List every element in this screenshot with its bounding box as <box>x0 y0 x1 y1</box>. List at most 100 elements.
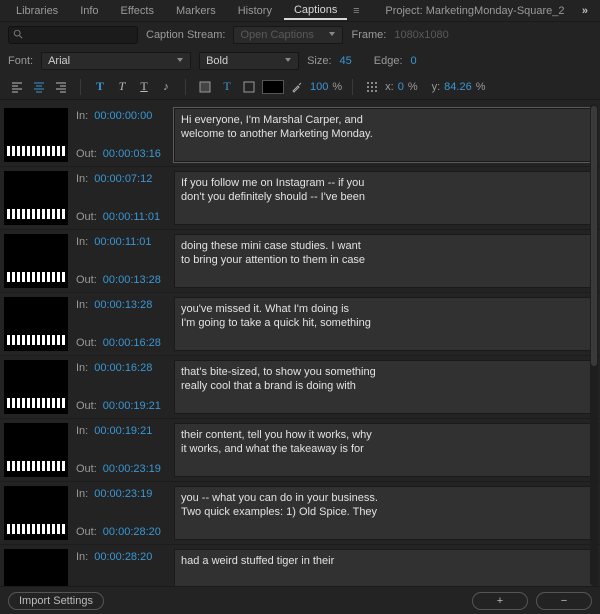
music-icon[interactable]: ♪ <box>157 78 175 96</box>
edge-color-icon[interactable] <box>240 78 258 96</box>
caption-thumbnail[interactable] <box>4 297 68 351</box>
tab-history[interactable]: History <box>228 3 282 19</box>
project-label: Project: MarketingMonday-Square_2 <box>375 5 564 17</box>
bold-icon[interactable]: T <box>91 78 109 96</box>
font-row: Font: Arial Bold Size: 45 Edge: 0 <box>0 48 600 74</box>
x-value[interactable]: 0 <box>398 81 404 93</box>
caption-timecodes: In:00:00:19:21Out:00:00:23:19 <box>72 419 172 481</box>
caption-text[interactable]: their content, tell you how it works, wh… <box>174 423 594 477</box>
caption-text[interactable]: doing these mini case studies. I want to… <box>174 234 594 288</box>
out-timecode[interactable]: 00:00:13:28 <box>103 274 161 286</box>
out-label: Out: <box>76 463 97 475</box>
caption-text[interactable]: you -- what you can do in your business.… <box>174 486 594 540</box>
in-timecode[interactable]: 00:00:07:12 <box>94 173 152 185</box>
caption-row[interactable]: In:00:00:19:21Out:00:00:23:19their conte… <box>0 419 600 482</box>
in-timecode[interactable]: 00:00:28:20 <box>94 551 152 563</box>
caption-thumbnail[interactable] <box>4 234 68 288</box>
in-timecode[interactable]: 00:00:11:01 <box>94 236 151 248</box>
import-settings-button[interactable]: Import Settings <box>8 592 104 610</box>
in-timecode[interactable]: 00:00:00:00 <box>94 110 152 122</box>
tab-libraries[interactable]: Libraries <box>6 3 68 19</box>
opacity-value[interactable]: 100 <box>310 81 328 93</box>
out-label: Out: <box>76 274 97 286</box>
style-group: T T T ♪ <box>91 78 175 96</box>
remove-caption-button[interactable]: − <box>536 592 592 610</box>
scrollbar[interactable] <box>590 104 598 586</box>
add-caption-button[interactable]: + <box>472 592 528 610</box>
caption-row[interactable]: In:00:00:00:00Out:00:00:03:16Hi everyone… <box>0 104 600 167</box>
italic-icon[interactable]: T <box>113 78 131 96</box>
out-timecode[interactable]: 00:00:23:19 <box>103 463 161 475</box>
in-label: In: <box>76 236 88 248</box>
in-timecode[interactable]: 00:00:16:28 <box>94 362 152 374</box>
out-timecode[interactable]: 00:00:11:01 <box>103 211 160 223</box>
color-swatch[interactable] <box>262 80 284 94</box>
y-value[interactable]: 84.26 <box>444 81 472 93</box>
in-timecode[interactable]: 00:00:13:28 <box>94 299 152 311</box>
tab-markers[interactable]: Markers <box>166 3 226 19</box>
font-family-dropdown[interactable]: Arial <box>41 52 191 70</box>
search-stream-row: Caption Stream: Open Captions Frame: 108… <box>0 22 600 48</box>
caption-row[interactable]: In: 00:00:07:12 Out: 00:00:11:01 If you foll… <box>0 167 600 230</box>
out-label: Out: <box>76 211 97 223</box>
out-timecode[interactable]: 00:00:03:16 <box>103 148 161 160</box>
project-name: MarketingMonday-Square_2 <box>426 5 565 17</box>
caption-row[interactable]: In:00:00:28:20Out:had a weird stuffed ti… <box>0 545 600 586</box>
caption-text[interactable]: you've missed it. What I'm doing is I'm … <box>174 297 594 351</box>
text-color-icon[interactable]: T <box>218 78 236 96</box>
align-right-icon[interactable] <box>52 78 70 96</box>
out-timecode[interactable]: 00:00:19:21 <box>103 400 161 412</box>
caption-thumbnail[interactable] <box>4 549 68 586</box>
caption-text[interactable]: had a weird stuffed tiger in their <box>174 549 594 586</box>
out-label: Out: <box>76 337 97 349</box>
out-timecode[interactable]: 00:00:28:20 <box>103 526 161 538</box>
font-weight-dropdown[interactable]: Bold <box>199 52 299 70</box>
bg-color-icon[interactable] <box>196 78 214 96</box>
caption-timecodes: In: 00:00:07:12 Out: 00:00:11:01 <box>72 167 172 229</box>
caption-row[interactable]: In: 00:00:11:01 Out: 00:00:13:28 doing these… <box>0 230 600 293</box>
caption-timecodes: In:00:00:16:28Out:00:00:19:21 <box>72 356 172 418</box>
edge-value[interactable]: 0 <box>411 55 417 67</box>
caption-row[interactable]: In:00:00:13:28Out:00:00:16:28you've miss… <box>0 293 600 356</box>
caption-thumbnail[interactable] <box>4 486 68 540</box>
in-label: In: <box>76 173 88 185</box>
tab-captions[interactable]: Captions <box>284 2 347 20</box>
caption-thumbnail[interactable] <box>4 360 68 414</box>
search-input[interactable] <box>8 26 138 44</box>
caption-row[interactable]: In:00:00:23:19Out:00:00:28:20you -- what… <box>0 482 600 545</box>
underline-icon[interactable]: T <box>135 78 153 96</box>
caption-thumbnail[interactable] <box>4 423 68 477</box>
tab-effects[interactable]: Effects <box>111 3 164 19</box>
in-timecode[interactable]: 00:00:19:21 <box>94 425 152 437</box>
in-label: In: <box>76 488 88 500</box>
eyedropper-icon[interactable] <box>288 78 306 96</box>
in-label: In: <box>76 110 88 122</box>
edge-label: Edge: <box>374 55 403 67</box>
size-value[interactable]: 45 <box>340 55 352 67</box>
caption-text[interactable]: If you follow me on Instagram -- if you … <box>174 171 594 225</box>
font-family-value: Arial <box>48 55 70 67</box>
align-center-icon[interactable] <box>30 78 48 96</box>
chevron-down-icon <box>176 55 184 67</box>
caption-timecodes: In:00:00:23:19Out:00:00:28:20 <box>72 482 172 544</box>
caption-row[interactable]: In:00:00:16:28Out:00:00:19:21that's bite… <box>0 356 600 419</box>
panel-menu-icon[interactable]: ≡ <box>349 5 363 17</box>
caption-stream-label: Caption Stream: <box>146 29 225 41</box>
tab-info[interactable]: Info <box>70 3 108 19</box>
caption-timecodes: In:00:00:28:20Out: <box>72 545 172 586</box>
chevron-down-icon <box>328 29 336 41</box>
align-group <box>8 78 70 96</box>
position-grid-icon[interactable] <box>363 78 381 96</box>
caption-thumbnail[interactable] <box>4 108 68 162</box>
align-left-icon[interactable] <box>8 78 26 96</box>
in-timecode[interactable]: 00:00:23:19 <box>94 488 152 500</box>
footer: Import Settings + − <box>0 586 600 614</box>
tab-overflow-icon[interactable]: » <box>576 5 594 17</box>
caption-text[interactable]: that's bite-sized, to show you something… <box>174 360 594 414</box>
caption-stream-dropdown[interactable]: Open Captions <box>233 26 343 44</box>
chevron-down-icon <box>284 55 292 67</box>
caption-thumbnail[interactable] <box>4 171 68 225</box>
caption-timecodes: In:00:00:13:28Out:00:00:16:28 <box>72 293 172 355</box>
caption-text[interactable]: Hi everyone, I'm Marshal Carper, and wel… <box>174 108 594 162</box>
out-timecode[interactable]: 00:00:16:28 <box>103 337 161 349</box>
